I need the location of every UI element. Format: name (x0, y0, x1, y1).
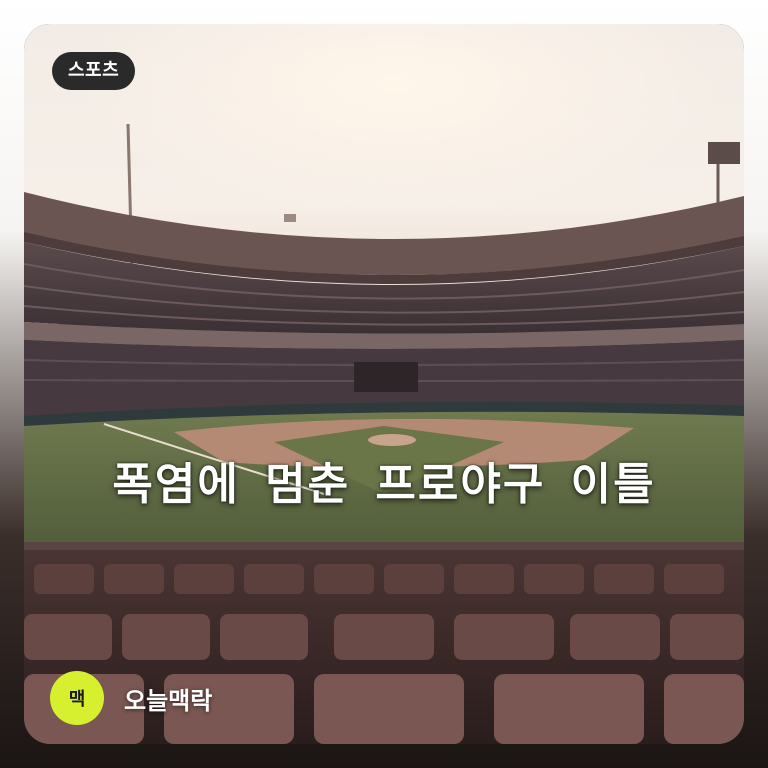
article-card[interactable]: 스포츠 (24, 24, 744, 744)
brand-area[interactable]: 맥 오늘맥락 (50, 670, 212, 726)
brand-logo-badge: 맥 (50, 671, 104, 725)
headline-title: 폭염에 멈춘 프로야구 이틀 (112, 459, 656, 510)
category-tag[interactable]: 스포츠 (52, 52, 136, 90)
brand-name: 오늘맥락 (124, 686, 213, 715)
stadium-photo (24, 24, 744, 744)
page: 스포츠 폭염에 멈춘 프로야구 이틀 맥 오늘맥락 (0, 0, 768, 768)
